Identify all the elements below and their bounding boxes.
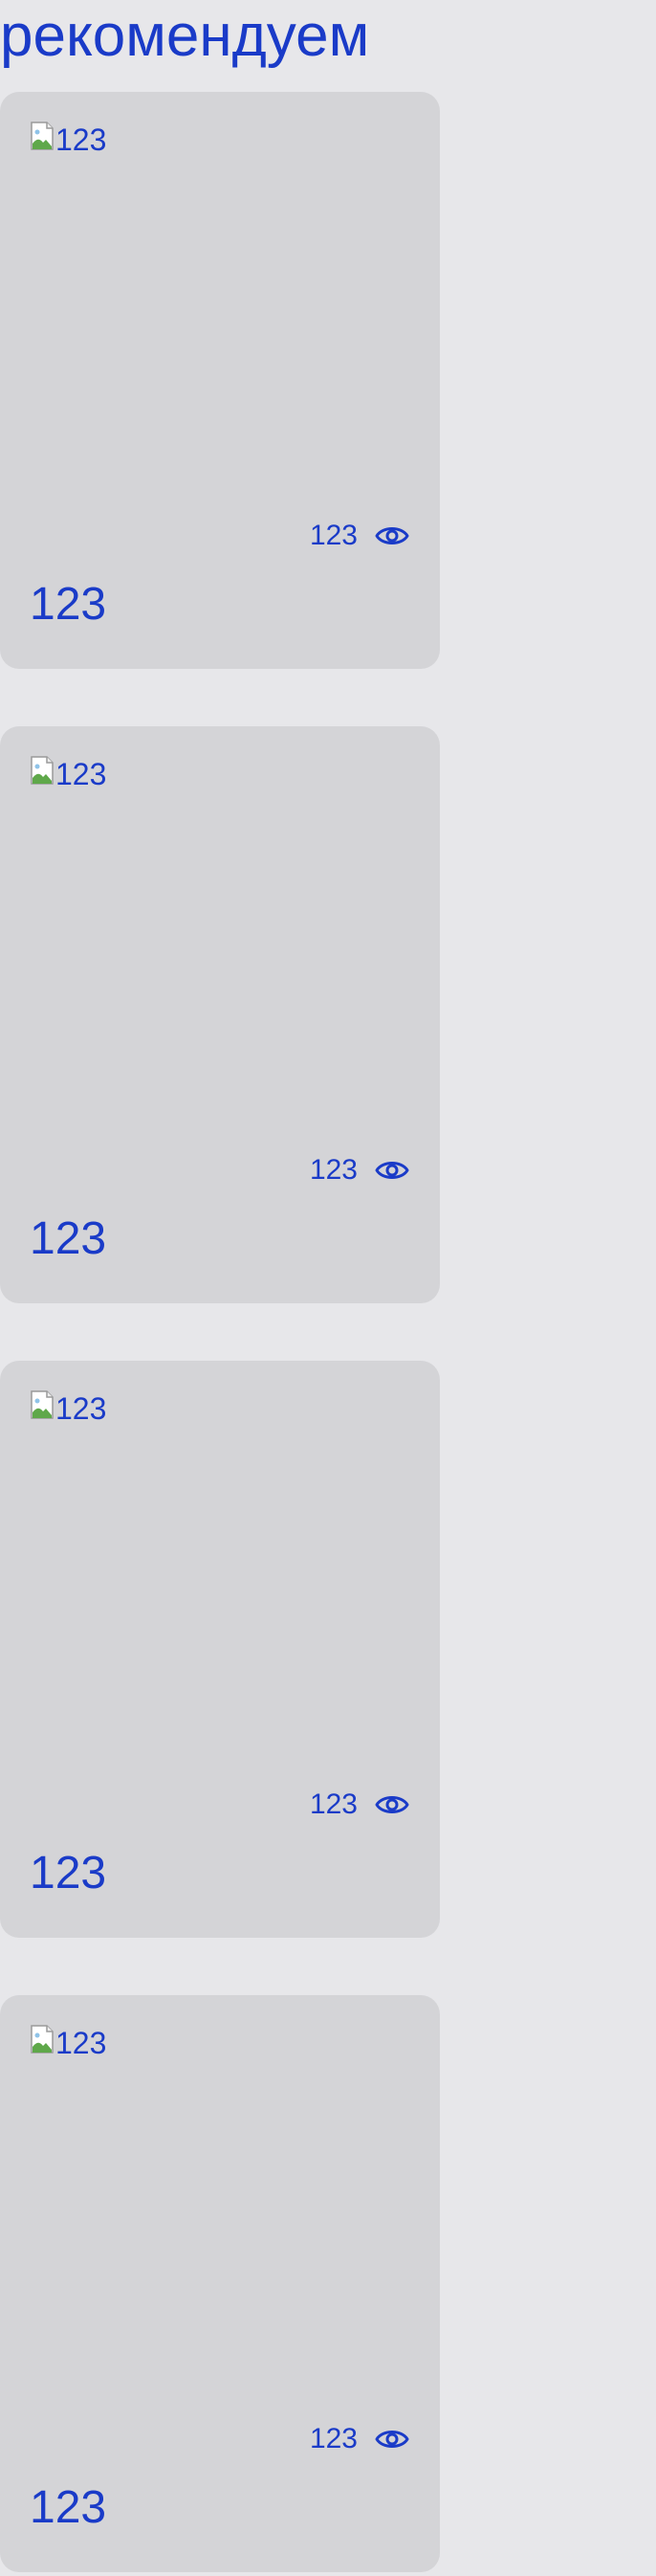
card-image[interactable]: 123 bbox=[29, 755, 106, 791]
recommendations-list: 123 123 123 123 123 123 123 123 123 123 … bbox=[0, 92, 440, 2572]
card-image-alt: 123 bbox=[55, 122, 107, 157]
card-image-alt: 123 bbox=[55, 757, 107, 791]
eye-icon bbox=[375, 1796, 409, 1813]
card-title[interactable]: 123 bbox=[30, 1845, 106, 1902]
card-views: 123 bbox=[310, 2420, 409, 2458]
views-count: 123 bbox=[309, 1788, 358, 1820]
eye-icon bbox=[375, 1162, 409, 1179]
card-image[interactable]: 123 bbox=[29, 2024, 106, 2060]
recommendation-card[interactable]: 123 123 123 bbox=[0, 1361, 440, 1938]
recommendation-card[interactable]: 123 123 123 bbox=[0, 1995, 440, 2572]
views-count: 123 bbox=[309, 520, 358, 551]
card-title[interactable]: 123 bbox=[30, 576, 106, 633]
card-views: 123 bbox=[310, 1786, 409, 1824]
eye-icon bbox=[375, 527, 409, 544]
card-image[interactable]: 123 bbox=[29, 1389, 106, 1426]
views-count: 123 bbox=[309, 1154, 358, 1186]
card-title[interactable]: 123 bbox=[30, 1210, 106, 1268]
recommendation-card[interactable]: 123 123 123 bbox=[0, 92, 440, 669]
card-image-alt: 123 bbox=[55, 2026, 107, 2060]
card-views: 123 bbox=[310, 517, 409, 555]
views-count: 123 bbox=[309, 2423, 358, 2454]
card-image[interactable]: 123 bbox=[29, 121, 106, 157]
card-views: 123 bbox=[310, 1151, 409, 1189]
recommendation-card[interactable]: 123 123 123 bbox=[0, 726, 440, 1303]
card-title[interactable]: 123 bbox=[30, 2479, 106, 2537]
eye-icon bbox=[375, 2431, 409, 2448]
card-image-alt: 123 bbox=[55, 1391, 107, 1426]
section-title: рекомендуем bbox=[0, 3, 370, 69]
